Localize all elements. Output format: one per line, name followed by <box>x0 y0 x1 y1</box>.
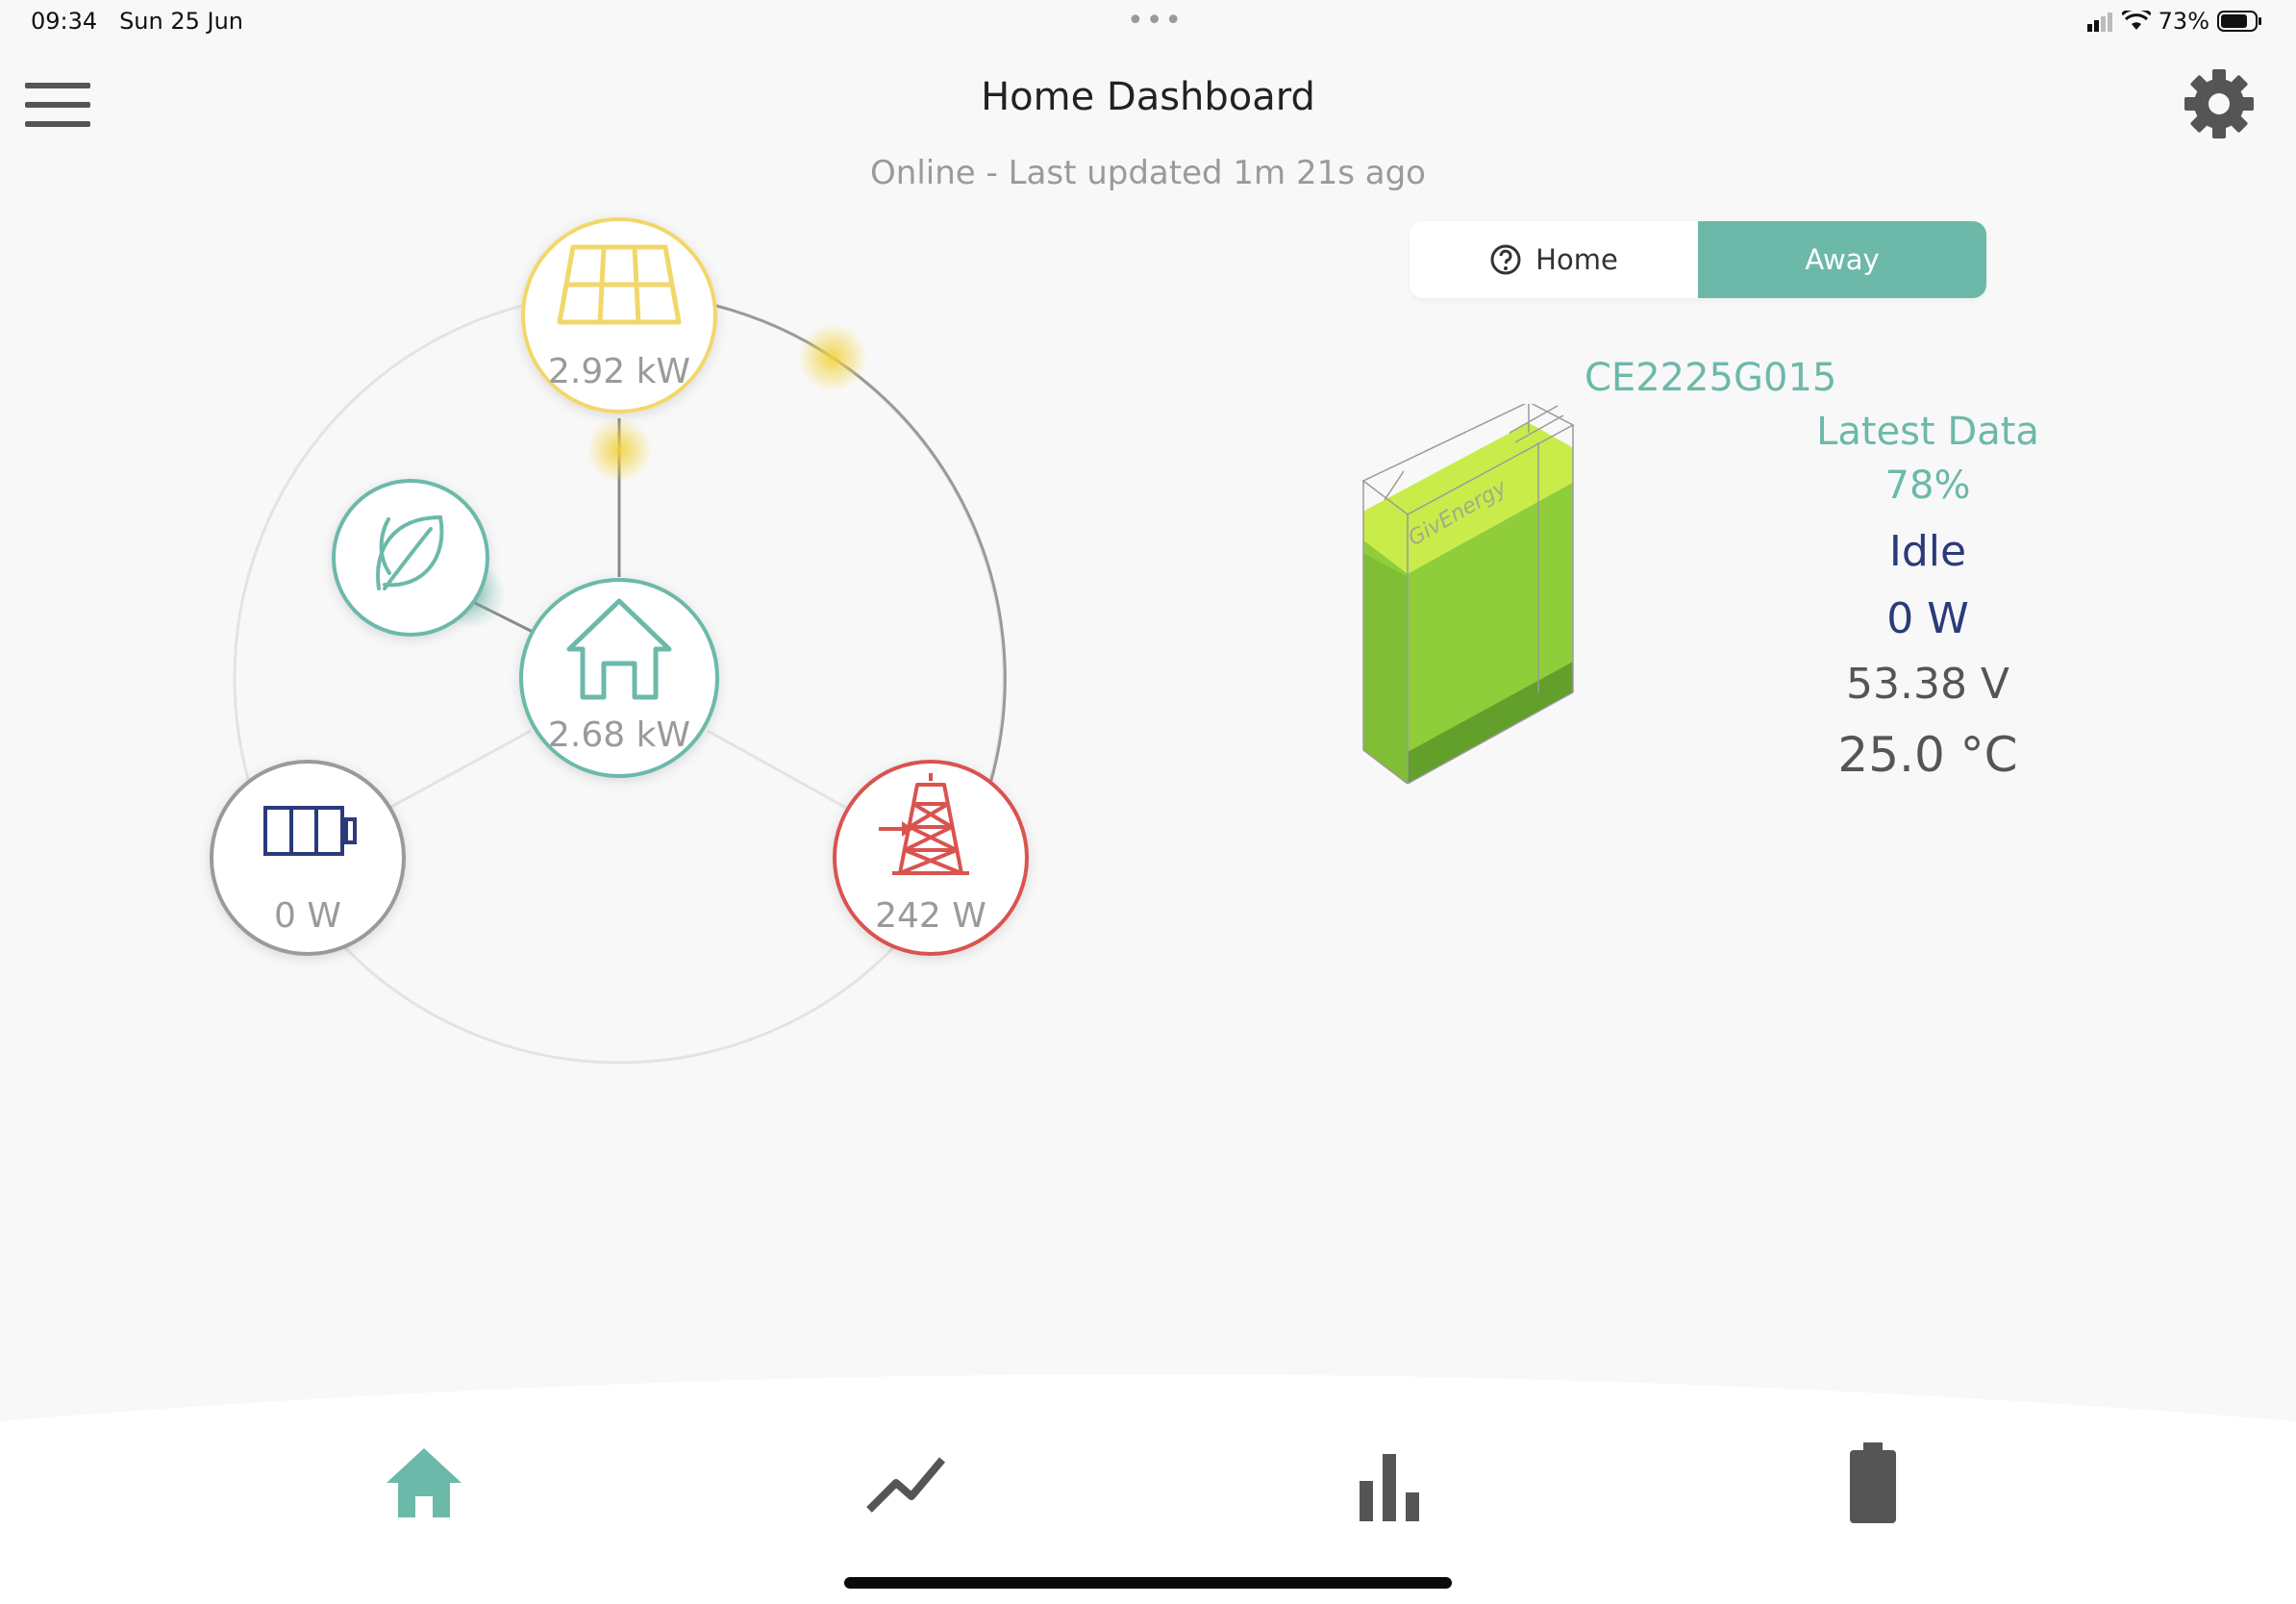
battery-tab-icon <box>1850 1442 1896 1523</box>
eco-node[interactable] <box>332 479 489 637</box>
tab-home[interactable] <box>381 1439 467 1525</box>
solar-power-value: 2.92 kW <box>548 352 690 391</box>
home-mode-button[interactable]: Home <box>1410 221 1698 298</box>
battery-power-readout: 0 W <box>1886 594 1969 643</box>
energy-flow-diagram: 2.92 kW 2.68 kW 0 W 242 W <box>210 217 1029 1065</box>
bottom-tab-bar <box>0 1374 2296 1604</box>
help-circle-icon[interactable] <box>1489 243 1522 276</box>
solar-node[interactable]: 2.92 kW <box>521 217 717 414</box>
bar-chart-icon <box>1360 1454 1419 1521</box>
status-time: 09:34 Sun 25 Jun <box>31 8 243 35</box>
device-battery-icon <box>2217 11 2261 32</box>
status-indicators: 73% <box>2085 8 2263 35</box>
settings-button[interactable] <box>2183 67 2256 140</box>
flow-pulse <box>586 417 652 483</box>
state-of-charge-value: 78% <box>1884 464 1971 508</box>
time-text: 09:34 <box>31 8 98 35</box>
away-mode-button[interactable]: Away <box>1698 221 1986 298</box>
home-node[interactable]: 2.68 kW <box>519 578 719 778</box>
battery-percent: 73% <box>2158 8 2209 35</box>
battery-serial: CE2225G015 <box>1585 356 1837 400</box>
battery-3d-graphic[interactable]: GivEnergy <box>1346 404 1596 789</box>
home-indicator[interactable] <box>844 1577 1452 1589</box>
home-to-battery-line <box>388 729 532 810</box>
battery-power-value: 0 W <box>274 896 341 936</box>
line-chart-icon <box>866 1457 946 1513</box>
battery-side-shade <box>1363 553 1408 784</box>
last-updated-status: Online - Last updated 1m 21s ago <box>870 154 1426 192</box>
home-consumption-value: 2.68 kW <box>548 715 690 755</box>
battery-voltage-value: 53.38 V <box>1845 660 2010 709</box>
home-icon <box>387 1448 462 1517</box>
cellular-signal-icon <box>2086 13 2112 32</box>
battery-temperature-value: 25.0 °C <box>1837 727 2018 783</box>
grid-node[interactable]: 242 W <box>833 760 1029 956</box>
status-bar: 09:34 Sun 25 Jun ••• 73% <box>0 0 2296 48</box>
home-to-grid-line <box>707 729 847 810</box>
multitasking-dots-icon[interactable]: ••• <box>1127 4 1184 38</box>
battery-node[interactable]: 0 W <box>210 760 406 956</box>
away-mode-label: Away <box>1805 243 1880 276</box>
tab-stats[interactable] <box>1346 1439 1433 1525</box>
date-text: Sun 25 Jun <box>119 8 244 35</box>
tab-battery[interactable] <box>1829 1439 1915 1525</box>
battery-state-value: Idle <box>1888 527 1967 576</box>
page-title: Home Dashboard <box>981 75 1315 119</box>
home-away-toggle[interactable]: Home Away <box>1410 221 1986 298</box>
wifi-icon <box>2121 11 2151 30</box>
grid-power-value: 242 W <box>875 896 986 936</box>
gear-icon <box>2184 69 2254 138</box>
tab-graphs[interactable] <box>863 1439 950 1525</box>
latest-data-label: Latest Data <box>1816 410 2039 454</box>
home-mode-label: Home <box>1535 243 1618 276</box>
flow-pulse <box>798 323 867 392</box>
